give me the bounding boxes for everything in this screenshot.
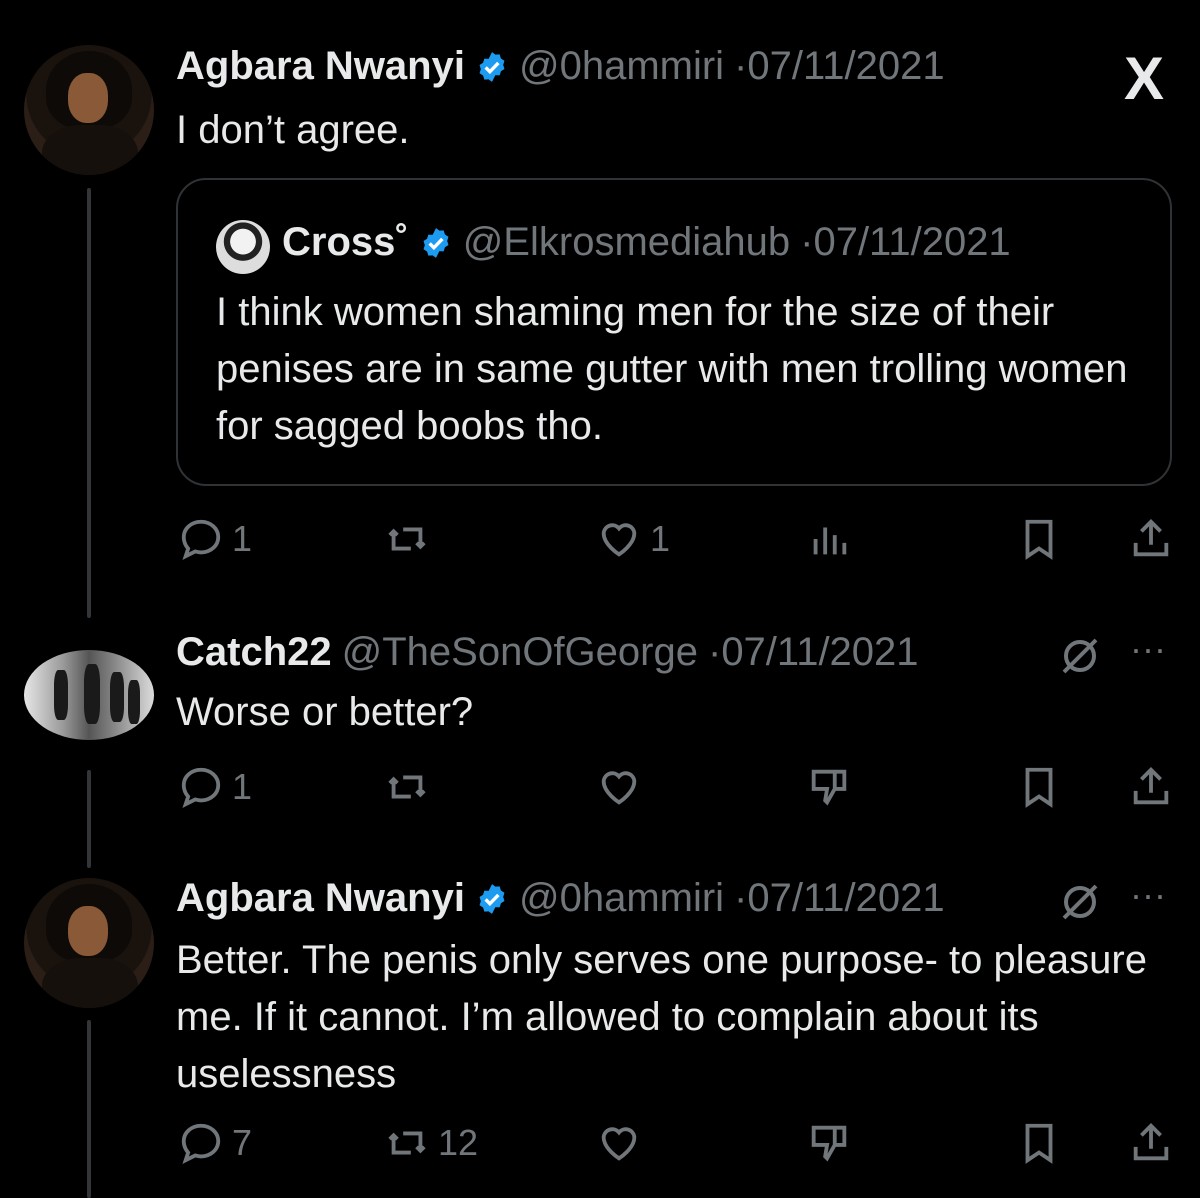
avatar[interactable]	[24, 878, 154, 1008]
timestamp[interactable]: 07/11/2021	[721, 630, 918, 675]
display-name[interactable]: Agbara Nwanyi	[176, 876, 465, 921]
quoted-tweet[interactable]: Cross˚ @Elkrosmediahub · 07/11/2021 I th…	[176, 178, 1172, 486]
bookmark-icon	[1025, 767, 1053, 808]
downvote-button[interactable]	[806, 764, 852, 810]
repost-button[interactable]	[384, 516, 430, 562]
handle[interactable]: @0hammiri	[519, 876, 724, 921]
like-count: 1	[650, 518, 671, 559]
share-button[interactable]	[1128, 764, 1174, 810]
timestamp[interactable]: 07/11/2021	[747, 44, 944, 89]
repost-count: 12	[438, 1122, 479, 1163]
share-button[interactable]	[1128, 1120, 1174, 1166]
reply-button[interactable]: 1	[178, 764, 252, 810]
downvote-button[interactable]	[806, 1120, 852, 1166]
reply-count: 7	[232, 1122, 253, 1163]
repost-button[interactable]	[384, 764, 430, 810]
display-name[interactable]: Agbara Nwanyi	[176, 44, 465, 89]
reply-count: 1	[232, 766, 253, 807]
thread-line	[87, 188, 91, 618]
reply-icon	[181, 767, 221, 809]
bookmark-button[interactable]	[1016, 516, 1062, 562]
bookmark-button[interactable]	[1016, 764, 1062, 810]
repost-button[interactable]: 12	[384, 1120, 478, 1166]
x-logo: X	[1124, 45, 1165, 112]
like-button[interactable]	[596, 764, 642, 810]
tweet-text: I don’t agree.	[176, 108, 410, 152]
repost-icon	[388, 775, 426, 799]
tweet-text: Better. The penis only serves one purpos…	[176, 938, 1147, 1096]
reply-icon	[181, 1123, 221, 1165]
handle[interactable]: @0hammiri	[519, 44, 724, 89]
separator: ·	[734, 44, 748, 88]
tweet-header: Agbara Nwanyi @0hammiri · 07/11/2021	[176, 44, 955, 89]
tweet-text: Worse or better?	[176, 690, 474, 734]
share-icon	[1133, 767, 1169, 805]
repost-icon	[388, 1131, 426, 1155]
bookmark-icon	[1025, 519, 1053, 560]
avatar[interactable]	[24, 45, 154, 175]
quoted-display-name: Cross˚	[282, 220, 409, 264]
thread-line	[87, 1020, 91, 1198]
like-button[interactable]: 1	[596, 516, 670, 562]
quoted-avatar	[216, 220, 270, 274]
share-button[interactable]	[1128, 516, 1174, 562]
bookmark-icon	[1025, 1123, 1053, 1164]
display-name[interactable]: Catch22	[176, 630, 332, 675]
verified-badge-icon	[479, 883, 505, 914]
separator: ·	[800, 220, 814, 264]
heart-icon	[601, 1127, 637, 1161]
reply-button[interactable]: 7	[178, 1120, 252, 1166]
like-button[interactable]	[596, 1120, 642, 1166]
bookmark-button[interactable]	[1016, 1120, 1062, 1166]
timestamp[interactable]: 07/11/2021	[747, 876, 944, 921]
repost-icon	[388, 527, 426, 551]
thumbs-down-icon	[811, 1125, 847, 1162]
grok-icon[interactable]	[1056, 632, 1104, 680]
more-icon[interactable]: ···	[1130, 628, 1166, 670]
thumbs-down-icon	[811, 769, 847, 806]
reply-icon	[181, 519, 221, 561]
share-icon	[1133, 519, 1169, 557]
avatar[interactable]	[24, 650, 154, 740]
analytics-icon	[813, 527, 847, 555]
verified-badge-icon	[479, 51, 505, 82]
verified-badge-icon	[423, 227, 449, 258]
tweet-header: Agbara Nwanyi @0hammiri · 07/11/2021	[176, 876, 955, 921]
reply-button[interactable]: 1	[178, 516, 252, 562]
thread-line	[87, 770, 91, 868]
quoted-timestamp: 07/11/2021	[813, 220, 1011, 264]
more-icon[interactable]: ···	[1130, 874, 1166, 916]
views-button[interactable]	[806, 516, 852, 562]
reply-count: 1	[232, 518, 253, 559]
handle[interactable]: @TheSonOfGeorge	[342, 630, 698, 675]
quoted-text: I think women shaming men for the size o…	[216, 290, 1128, 448]
share-icon	[1133, 1123, 1169, 1161]
separator: ·	[707, 630, 722, 674]
heart-icon	[601, 523, 637, 557]
quoted-handle: @Elkrosmediahub	[462, 220, 791, 264]
tweet-header: Catch22 @TheSonOfGeorge · 07/11/2021	[176, 630, 929, 675]
grok-icon[interactable]	[1056, 878, 1104, 926]
separator: ·	[734, 876, 748, 920]
heart-icon	[601, 771, 637, 805]
